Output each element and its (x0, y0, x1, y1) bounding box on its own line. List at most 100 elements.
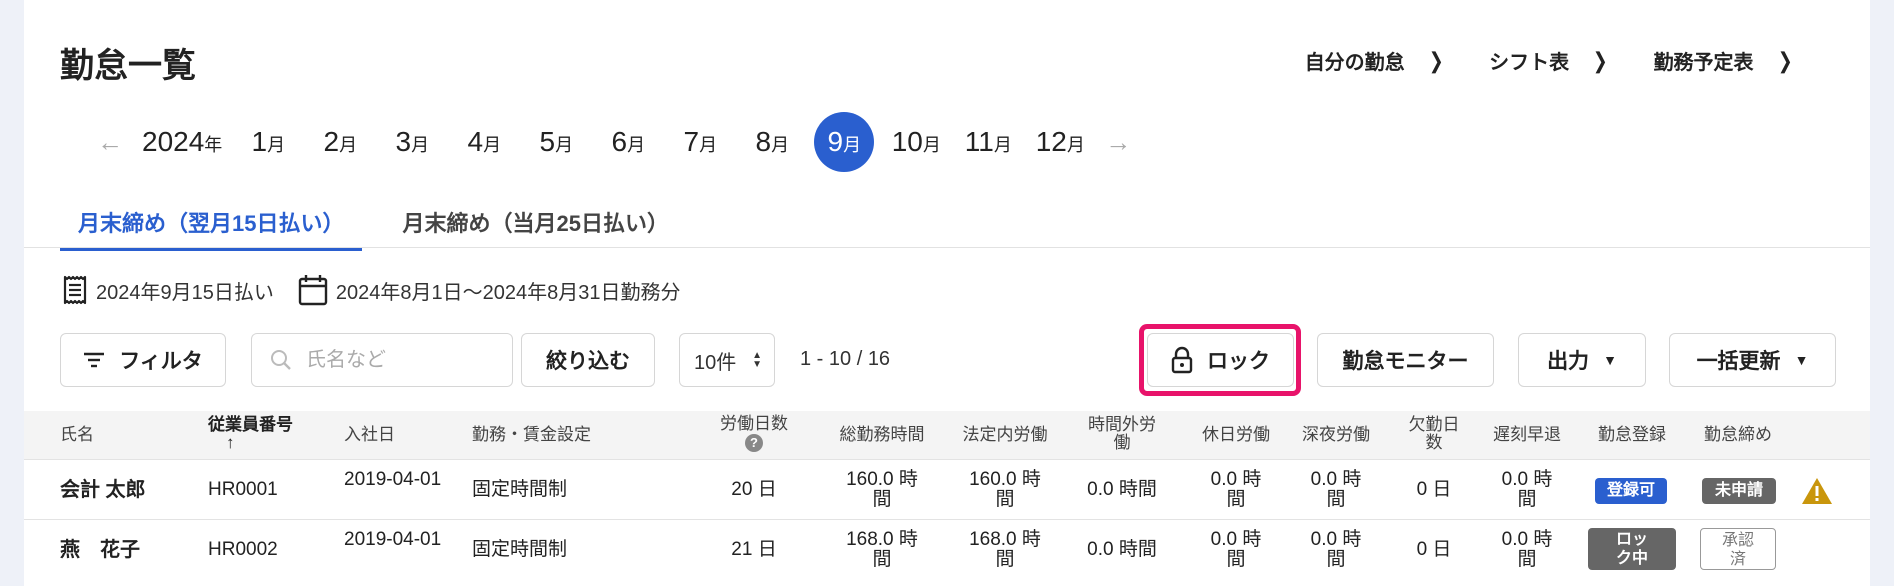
prev-arrow-icon[interactable]: ← (88, 127, 132, 158)
header-wage-setting[interactable]: 勤務・賃金設定 (472, 426, 591, 444)
cell-absent-days: 0 日 (1416, 539, 1452, 560)
header-registration[interactable]: 勤怠登録 (1592, 426, 1672, 444)
sort-up-arrow-icon: ↑ (226, 433, 235, 452)
link-my-attendance[interactable]: 自分の勤怠 ❯ (1305, 46, 1445, 75)
period-info: 2024年9月15日払い 2024年8月1日〜2024年8月31日勤務分 (62, 274, 680, 306)
closing-tabs: 月末締め（翌月15日払い） 月末締め（当月25日払い） (60, 206, 687, 251)
cell-legal-hours: 168.0 時間 (969, 529, 1041, 570)
attendance-monitor-button[interactable]: 勤怠モニター (1317, 333, 1494, 387)
search-icon (271, 350, 291, 370)
cell-name[interactable]: 会計 太郎 (60, 480, 146, 500)
cell-employee-no: HR0001 (208, 479, 278, 500)
cell-work-days: 21 日 (731, 539, 777, 560)
header-absent-days[interactable]: 欠勤日数 (1408, 416, 1460, 452)
month-11[interactable]: 11月 (952, 112, 1024, 172)
header-name[interactable]: 氏名 (60, 426, 94, 444)
header-work-days[interactable]: 労働日数 ? (714, 415, 794, 452)
page-title: 勤怠一覧 (60, 47, 196, 85)
cell-overtime: 0.0 時間 (1087, 539, 1157, 560)
header-closing[interactable]: 勤怠締め (1698, 426, 1778, 444)
tab-closing-15th[interactable]: 月末締め（翌月15日払い） (60, 206, 363, 251)
tab-divider (24, 247, 1870, 248)
table-header: 氏名 従業員番号 ↑ 入社日 勤務・賃金設定 労働日数 ? 総勤務時間 法定内労… (24, 411, 1870, 459)
month-3[interactable]: 3月 (376, 112, 448, 172)
updown-caret-icon: ▲ ▼ (752, 350, 762, 370)
link-my-attendance-label: 自分の勤怠 (1304, 52, 1405, 74)
header-night[interactable]: 深夜労働 (1296, 426, 1376, 444)
registration-status-badge[interactable]: 登録可 (1595, 478, 1667, 504)
cell-holiday: 0.0 時間 (1210, 529, 1262, 570)
receipt-icon (63, 275, 87, 305)
cell-legal-hours: 160.0 時間 (969, 469, 1041, 510)
header-holiday[interactable]: 休日労働 (1196, 426, 1276, 444)
chevron-right-icon: ❯ (1428, 47, 1444, 73)
chevron-right-icon: ❯ (1592, 47, 1608, 73)
page-info: 1 - 10 / 16 (800, 348, 891, 370)
cell-overtime: 0.0 時間 (1087, 479, 1157, 500)
cell-employee-no: HR0002 (208, 539, 278, 560)
header-legal-hours[interactable]: 法定内労働 (955, 426, 1055, 444)
cell-hire-date: 2019-04-01 (344, 529, 442, 550)
month-9-selected[interactable]: 9月 (814, 112, 875, 172)
month-1[interactable]: 1月 (232, 112, 304, 172)
bulk-update-button[interactable]: 一括更新 ▼ (1669, 333, 1836, 387)
filter-label: フィルタ (119, 350, 203, 373)
filter-icon (84, 352, 105, 368)
cell-wage-setting: 固定時間制 (472, 539, 568, 560)
month-4[interactable]: 4月 (448, 112, 520, 172)
year-label: 2024年 (142, 126, 223, 157)
month-nav: ← 2024年 1月 2月 3月 4月 5月 6月 7月 8月 9月 10月 1… (88, 112, 1140, 172)
narrow-button[interactable]: 絞り込む (521, 333, 655, 387)
tab-closing-25th[interactable]: 月末締め（当月25日払い） (384, 206, 686, 251)
link-work-schedule[interactable]: 勤務予定表 ❯ (1654, 46, 1794, 75)
warning-icon[interactable] (1800, 476, 1834, 506)
output-label: 出力 (1547, 350, 1590, 373)
month-5[interactable]: 5月 (520, 112, 592, 172)
bulk-update-label: 一括更新 (1696, 350, 1781, 373)
header-employee-no[interactable]: 従業員番号 ↑ (208, 416, 293, 452)
cell-night: 0.0 時間 (1310, 469, 1362, 510)
link-shift-table-label: シフト表 (1489, 52, 1570, 74)
chevron-right-icon: ❯ (1777, 47, 1793, 73)
output-button[interactable]: 出力 ▼ (1518, 333, 1646, 387)
top-links: 自分の勤怠 ❯ シフト表 ❯ 勤務予定表 ❯ (1305, 46, 1794, 75)
search-input[interactable] (306, 348, 486, 372)
cell-wage-setting: 固定時間制 (472, 479, 568, 500)
cell-holiday: 0.0 時間 (1210, 469, 1262, 510)
link-shift-table[interactable]: シフト表 ❯ (1489, 46, 1609, 75)
month-8[interactable]: 8月 (736, 112, 808, 172)
month-6[interactable]: 6月 (592, 112, 664, 172)
header-employee-no-label: 従業員番号 (208, 415, 293, 434)
lock-button[interactable]: ロック (1147, 333, 1294, 387)
search-box (251, 333, 513, 387)
link-work-schedule-label: 勤務予定表 (1653, 52, 1754, 74)
month-7[interactable]: 7月 (664, 112, 736, 172)
lock-label: ロック (1207, 350, 1270, 373)
table-row[interactable]: 燕 花子 HR0002 2019-04-01 固定時間制 21 日 168.0 … (24, 519, 1870, 579)
closing-status-badge[interactable]: 承認済 (1700, 528, 1776, 570)
work-period-info: 2024年8月1日〜2024年8月31日勤務分 (298, 274, 680, 306)
header-total-hours[interactable]: 総勤務時間 (832, 426, 932, 444)
next-arrow-icon[interactable]: → (1096, 127, 1140, 158)
cell-hire-date: 2019-04-01 (344, 469, 442, 490)
cell-name[interactable]: 燕 花子 (60, 540, 140, 560)
cell-late-early: 0.0 時間 (1501, 469, 1553, 510)
cell-night: 0.0 時間 (1310, 529, 1362, 570)
caret-down-icon: ▼ (1603, 352, 1617, 368)
month-10[interactable]: 10月 (880, 112, 952, 172)
table-row[interactable]: 会計 太郎 HR0001 2019-04-01 固定時間制 20 日 160.0… (24, 459, 1870, 519)
registration-status-badge[interactable]: ロック中 (1588, 528, 1676, 570)
month-2[interactable]: 2月 (304, 112, 376, 172)
toolbar: フィルタ 絞り込む 10件 ▲▼ 1 - 10 / 16 ロック 勤怠モニター … (60, 324, 1836, 396)
per-page-select[interactable]: 10件 ▲ ▼ (679, 333, 775, 387)
filter-button[interactable]: フィルタ (60, 333, 226, 387)
cell-late-early: 0.0 時間 (1501, 529, 1553, 570)
header-hire-date[interactable]: 入社日 (344, 426, 395, 444)
help-question-icon[interactable]: ? (745, 434, 763, 452)
month-12[interactable]: 12月 (1024, 112, 1096, 172)
pay-date-text: 2024年9月15日払い (96, 281, 274, 304)
cell-total-hours: 168.0 時間 (846, 529, 918, 570)
header-overtime[interactable]: 時間外労働 (1087, 416, 1157, 452)
header-late-early[interactable]: 遅刻早退 (1487, 426, 1567, 444)
closing-status-badge[interactable]: 未申請 (1702, 478, 1776, 504)
